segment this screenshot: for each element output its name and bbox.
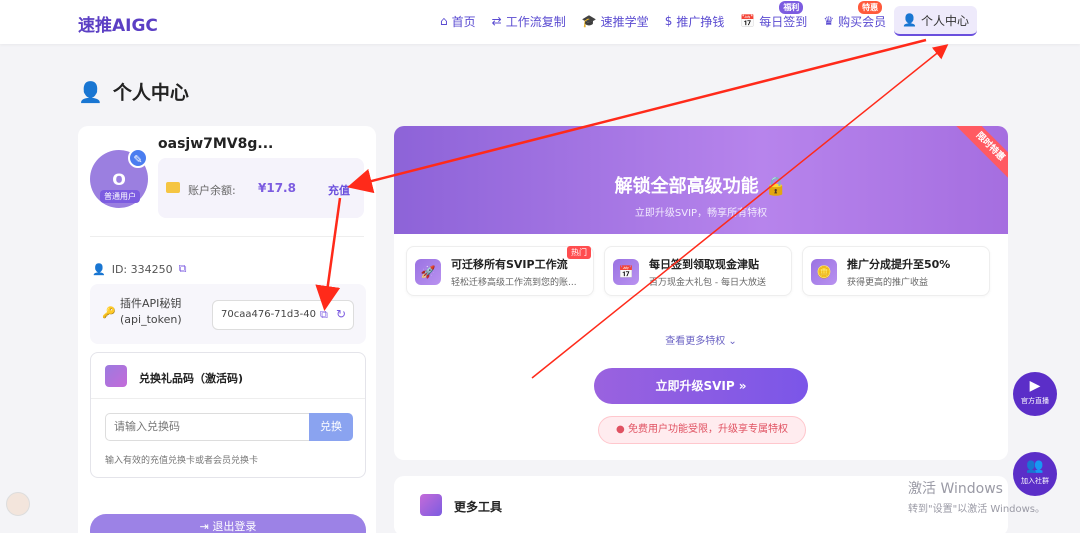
assistant-avatar-icon[interactable] [6, 492, 30, 516]
page-title: 👤 个人中心 [78, 78, 189, 105]
api-token-box: 🔑 插件API秘钥 (api_token) 70caa476-71d3-40 ⧉… [90, 284, 366, 344]
video-camera-icon: ▶ [1029, 378, 1041, 394]
home-icon: ⌂ [440, 14, 448, 28]
add-user-icon: 👥 [1026, 458, 1044, 474]
calendar-icon: 📅 [613, 259, 639, 285]
watermark-line1: 激活 Windows [908, 481, 1003, 497]
nav-buy-membership-label: 购买会员 [838, 14, 887, 29]
recharge-button[interactable]: 充值 [328, 182, 350, 198]
key-icon: 🔑 [102, 306, 116, 319]
nav-workflow-copy-label: 工作流复制 [505, 14, 566, 29]
feature-desc: 获得更高的推广收益 [847, 278, 929, 288]
watermark-line2: 转到"设置"以激活 Windows。 [908, 504, 1046, 515]
promo-subtitle: 立即升级SVIP，畅享所有特权 [634, 208, 768, 219]
username: oasjw7MV8g... [158, 136, 274, 152]
redeem-title: 兑换礼品码（激活码) [139, 372, 244, 385]
api-label-line2: (api_token) [120, 313, 182, 326]
redeem-header: 兑换礼品码（激活码) [91, 353, 365, 399]
wallet-icon [166, 182, 180, 193]
more-privileges-link[interactable]: 查看更多特权 ⌄ [394, 332, 1008, 347]
user-id-row: 👤 ID: 334250 ⧉ [92, 262, 186, 276]
user-icon: 👤 [902, 13, 918, 27]
main-nav: ⌂ 首页 ⇄ 工作流复制 🎓 速推学堂 $ 推广挣钱 📅 每日签到 福利 ♛ 购… [432, 1, 978, 36]
api-token-field[interactable]: 70caa476-71d3-40 [212, 300, 354, 330]
discount-badge: 特惠 [858, 1, 883, 14]
official-live-button[interactable]: ▶ 官方直播 [1013, 372, 1057, 416]
user-icon: 👤 [92, 262, 106, 276]
graduation-cap-icon: 🎓 [581, 14, 597, 28]
feature-list: 🚀 可迁移所有SVIP工作流 轻松迁移高级工作流到您的账... 热门 📅 每日签… [406, 246, 990, 296]
user-icon: 👤 [78, 79, 103, 104]
nav-promote-earn-label: 推广挣钱 [676, 14, 725, 29]
redeem-hint: 输入有效的充值兑换卡或者会员兑换卡 [105, 456, 259, 466]
feature-title: 每日签到领取现金津贴 [649, 258, 759, 271]
copy-token-icon[interactable]: ⧉ [320, 308, 328, 322]
promo-title: 解锁全部高级功能 🔒 [614, 176, 788, 197]
nav-workflow-copy[interactable]: ⇄ 工作流复制 [484, 6, 574, 36]
feature-item[interactable]: 🪙 推广分成提升至50% 获得更高的推广收益 [802, 246, 990, 296]
crown-icon: ♛ [823, 14, 835, 28]
feature-title: 可迁移所有SVIP工作流 [451, 258, 568, 271]
edit-avatar-icon[interactable]: ✎ [128, 148, 148, 168]
nav-home-label: 首页 [451, 14, 476, 29]
feature-desc: 轻松迁移高级工作流到您的账... [451, 278, 577, 288]
dollar-icon: $ [664, 14, 673, 28]
exchange-icon: ⇄ [491, 14, 502, 28]
balance-value: ¥17.8 [258, 181, 296, 195]
rocket-icon: 🚀 [415, 259, 441, 285]
page-title-text: 个人中心 [112, 82, 189, 104]
promo-hero: 解锁全部高级功能 🔒 立即升级SVIP，畅享所有特权 限时特惠 [394, 126, 1008, 234]
top-navbar: 速推AIGC ⌂ 首页 ⇄ 工作流复制 🎓 速推学堂 $ 推广挣钱 📅 每日签到… [0, 0, 1080, 44]
feature-item[interactable]: 📅 每日签到领取现金津贴 百万现金大礼包 - 每日大放送 [604, 246, 792, 296]
copy-id-icon[interactable]: ⧉ [179, 262, 187, 276]
api-label-line1: 插件API秘钥 [120, 297, 182, 310]
gift-icon [105, 365, 127, 387]
nav-buy-membership[interactable]: ♛ 购买会员 特惠 [815, 1, 894, 36]
tools-icon [420, 494, 442, 516]
more-tools-title: 更多工具 [454, 500, 503, 514]
calendar-icon: 📅 [740, 14, 756, 28]
nav-academy-label: 速推学堂 [600, 14, 649, 29]
nav-academy[interactable]: 🎓 速推学堂 [574, 6, 657, 36]
redeem-code-box: 兑换礼品码（激活码) 兑换 输入有效的充值兑换卡或者会员兑换卡 [90, 352, 366, 478]
feature-item[interactable]: 🚀 可迁移所有SVIP工作流 轻松迁移高级工作流到您的账... 热门 [406, 246, 594, 296]
upgrade-svip-button[interactable]: 立即升级SVIP » [594, 368, 808, 404]
nav-daily-checkin-label: 每日签到 [759, 14, 808, 29]
balance-label: 账户余额: [188, 184, 236, 197]
hot-badge: 热门 [567, 246, 591, 259]
avatar-letter: O [112, 170, 126, 189]
svip-promo-card: 解锁全部高级功能 🔒 立即升级SVIP，畅享所有特权 限时特惠 🚀 可迁移所有S… [394, 126, 1008, 460]
coins-icon: 🪙 [811, 259, 837, 285]
balance-box: 账户余额: ¥17.8 充值 [158, 158, 364, 218]
user-id-text: ID: 334250 [111, 262, 173, 276]
official-live-label: 官方直播 [1021, 397, 1049, 405]
divider [90, 236, 364, 237]
nav-daily-checkin[interactable]: 📅 每日签到 福利 [732, 1, 815, 36]
welfare-badge: 福利 [779, 1, 804, 14]
refresh-token-icon[interactable]: ↻ [336, 307, 346, 321]
redeem-code-input[interactable] [105, 413, 311, 441]
nav-home[interactable]: ⌂ 首页 [432, 6, 484, 36]
nav-personal-center-label: 个人中心 [921, 13, 970, 28]
redeem-button[interactable]: 兑换 [309, 413, 353, 441]
user-level-badge: 普通用户 [100, 190, 140, 203]
app-logo[interactable]: 速推AIGC [78, 11, 158, 36]
windows-activation-watermark: 激活 Windows 转到"设置"以激活 Windows。 [908, 478, 1045, 515]
profile-card: O 普通用户 ✎ oasjw7MV8g... 账户余额: ¥17.8 充值 👤 … [78, 126, 376, 533]
nav-promote-earn[interactable]: $ 推广挣钱 [657, 6, 733, 36]
api-token-label: 插件API秘钥 (api_token) [120, 296, 182, 328]
free-user-limit-note: ● 免费用户功能受限，升级享专属特权 [598, 416, 806, 444]
feature-desc: 百万现金大礼包 - 每日大放送 [649, 278, 766, 288]
logout-button[interactable]: ⇥ 退出登录 [90, 514, 366, 533]
nav-personal-center[interactable]: 👤 个人中心 [894, 6, 978, 36]
feature-title: 推广分成提升至50% [847, 258, 951, 271]
